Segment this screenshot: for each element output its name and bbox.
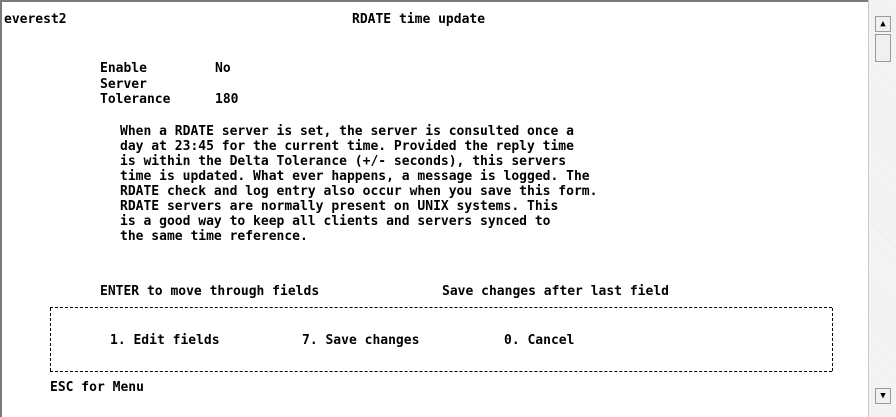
field-label-enable: Enable: [100, 61, 147, 76]
menu-edit-fields[interactable]: 1. Edit fields: [110, 333, 220, 348]
description-line: is a good way to keep all clients and se…: [120, 214, 551, 229]
esc-menu-hint: ESC for Menu: [50, 380, 144, 395]
field-label-tolerance: Tolerance: [100, 92, 171, 107]
menu-save-changes[interactable]: 7. Save changes: [302, 333, 419, 348]
menu-box-right-border: [832, 308, 833, 371]
description-line: RDATE servers are normally present on UN…: [120, 199, 559, 214]
terminal-window: everest2 RDATE time update Enable No Ser…: [0, 0, 868, 417]
scroll-down-arrow-icon[interactable]: ▼: [875, 388, 891, 404]
description-line: When a RDATE server is set, the server i…: [120, 124, 574, 139]
instruction-enter: ENTER to move through fields: [100, 284, 320, 299]
field-label-server: Server: [100, 77, 147, 92]
field-value-enable[interactable]: No: [215, 61, 231, 76]
description-line: time is updated. What ever happens, a me…: [120, 169, 590, 184]
menu-box-bottom-border: [50, 371, 832, 372]
description-line: the same time reference.: [120, 229, 308, 244]
vertical-scrollbar[interactable]: ▲ ▼: [868, 0, 896, 417]
screen-title: RDATE time update: [352, 12, 486, 27]
instruction-save: Save changes after last field: [442, 284, 669, 299]
description-line: is within the Delta Tolerance (+/- secon…: [120, 154, 567, 169]
menu-cancel[interactable]: 0. Cancel: [504, 333, 574, 348]
description-line: day at 23:45 for the current time. Provi…: [120, 139, 574, 154]
scrollbar-thumb[interactable]: [875, 34, 891, 62]
host-name: everest2: [4, 12, 67, 27]
menu-box-left-border: [50, 308, 51, 371]
menu-box-top-border: [50, 307, 832, 308]
description-line: RDATE check and log entry also occur whe…: [120, 184, 598, 199]
scroll-up-arrow-icon[interactable]: ▲: [875, 16, 891, 32]
field-value-tolerance[interactable]: 180: [215, 92, 238, 107]
